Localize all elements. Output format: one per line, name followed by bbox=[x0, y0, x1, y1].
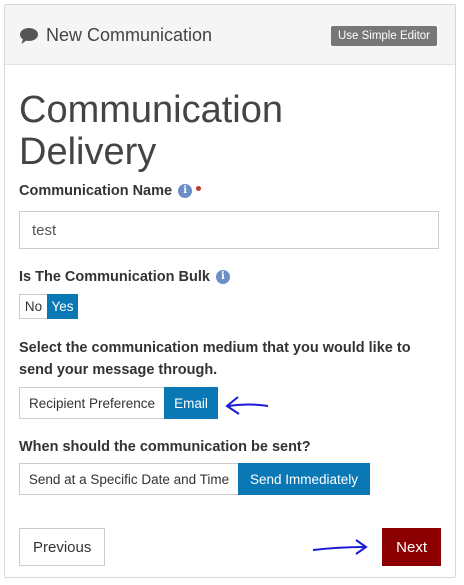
medium-option-recipient-preference[interactable]: Recipient Preference bbox=[19, 387, 165, 419]
previous-button[interactable]: Previous bbox=[19, 528, 106, 566]
timing-option-specific-date[interactable]: Send at a Specific Date and Time bbox=[19, 463, 239, 495]
header-title: New Communication bbox=[46, 25, 213, 45]
panel-header: New Communication Use Simple Editor bbox=[5, 5, 455, 65]
info-icon[interactable]: i bbox=[215, 270, 230, 284]
panel-body: Communication Delivery Communication Nam… bbox=[19, 65, 441, 577]
bulk-option-no[interactable]: No bbox=[19, 294, 48, 319]
timing-toggle: Send at a Specific Date and Time Send Im… bbox=[19, 463, 370, 495]
use-simple-editor-button[interactable]: Use Simple Editor bbox=[330, 26, 437, 46]
bulk-label: Is The Communication Bulk i bbox=[19, 269, 230, 285]
next-button[interactable]: Next bbox=[382, 528, 441, 566]
annotation-arrow-icon bbox=[225, 396, 269, 415]
timing-label: When should the communication be sent? bbox=[19, 439, 311, 455]
communication-name-label-text: Communication Name bbox=[19, 183, 173, 199]
medium-toggle: Recipient Preference Email bbox=[19, 387, 218, 419]
medium-label: Select the communication medium that you… bbox=[19, 340, 411, 378]
communication-panel: New Communication Use Simple Editor Comm… bbox=[4, 4, 456, 578]
page-title: Communication Delivery bbox=[19, 89, 283, 173]
timing-option-send-immediately[interactable]: Send Immediately bbox=[238, 463, 370, 495]
communication-name-label: Communication Name i bbox=[19, 183, 202, 199]
communication-name-input[interactable] bbox=[19, 211, 439, 249]
bulk-toggle: No Yes bbox=[19, 294, 78, 319]
speech-bubble-icon bbox=[20, 28, 38, 44]
annotation-arrow-icon bbox=[312, 539, 368, 555]
required-indicator bbox=[196, 185, 202, 191]
info-icon[interactable]: i bbox=[178, 184, 193, 198]
medium-option-email[interactable]: Email bbox=[164, 387, 218, 419]
bulk-option-yes[interactable]: Yes bbox=[47, 294, 78, 319]
bulk-label-text: Is The Communication Bulk bbox=[19, 269, 210, 285]
